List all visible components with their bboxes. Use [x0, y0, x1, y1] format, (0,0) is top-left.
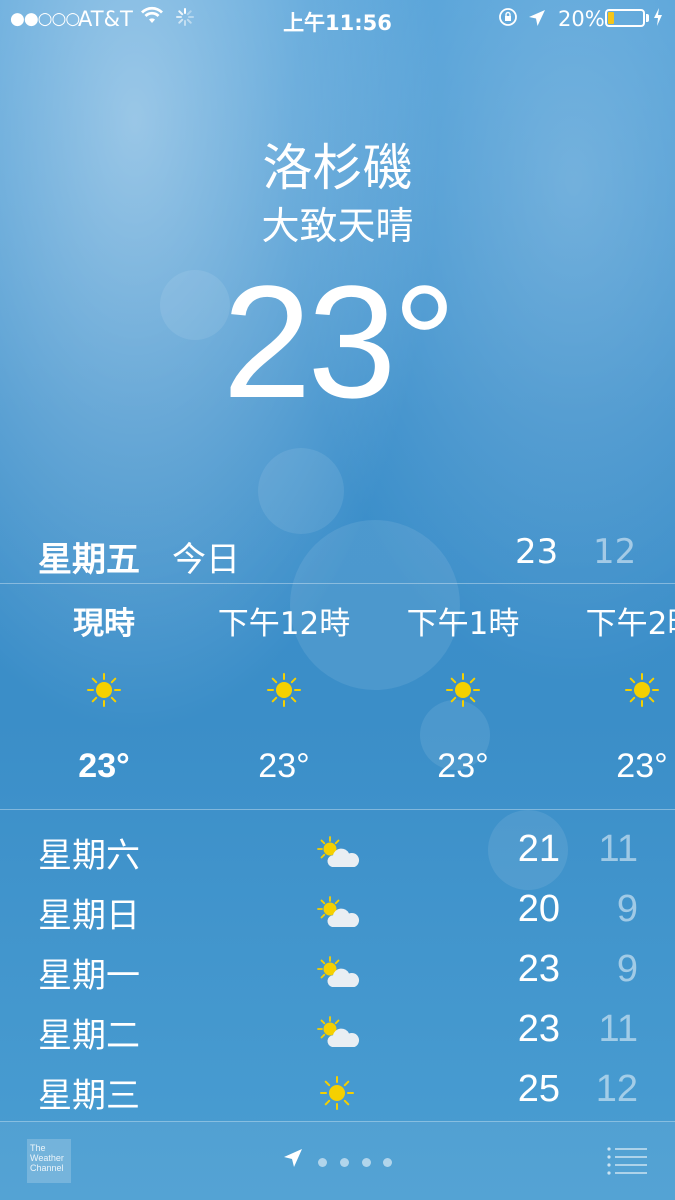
location-arrow-icon: [528, 7, 546, 32]
today-day: 星期五: [38, 540, 140, 580]
hourly-forecast[interactable]: 現時 23° 下午12時 23° 下午1時 23° 下午2時 23°: [0, 584, 675, 809]
hourly-time: 現時: [73, 606, 135, 642]
page-dot: [318, 1158, 327, 1167]
daily-high: 25: [517, 1068, 560, 1110]
city-name: 洛杉磯: [262, 139, 413, 197]
hourly-temp: 23°: [616, 747, 668, 785]
hourly-time: 下午2時: [585, 606, 675, 642]
daily-day: 星期六: [38, 836, 140, 876]
hourly-temp: 23°: [78, 747, 130, 785]
daily-day: 星期日: [38, 896, 140, 936]
daily-high: 20: [517, 888, 560, 930]
daily-low: 11: [598, 1008, 638, 1050]
today-label: 今日: [172, 540, 240, 580]
status-bar: ●●○○○ AT&T 上午11:56 20%: [0, 0, 675, 38]
daily-high: 23: [517, 948, 560, 990]
daily-row: 星期一 23 9: [0, 938, 675, 998]
weather-condition: 大致天晴: [261, 204, 414, 248]
today-high: 23: [515, 532, 559, 572]
sun-icon: [266, 672, 302, 708]
daily-row: 星期三 25 12: [0, 1058, 675, 1118]
daily-row: 星期日 20 9: [0, 878, 675, 938]
partly-cloudy-icon: [316, 896, 362, 930]
lens-flare: [258, 448, 344, 534]
daily-high: 23: [517, 1008, 560, 1050]
page-dot: [383, 1158, 392, 1167]
daily-low: 12: [595, 1068, 638, 1110]
rotation-lock-icon: [498, 7, 518, 32]
daily-day: 星期三: [38, 1076, 140, 1116]
daily-day: 星期二: [38, 1016, 140, 1056]
list-icon: [607, 1147, 647, 1175]
page-dot: [340, 1158, 349, 1167]
sun-icon: [624, 672, 660, 708]
page-dot: [362, 1158, 371, 1167]
current-temperature-value: 23°: [222, 252, 457, 431]
daily-high: 21: [517, 828, 560, 870]
sun-icon: [86, 672, 122, 708]
current-temperature: 23°: [0, 250, 675, 434]
partly-cloudy-icon: [316, 1016, 362, 1050]
daily-row: 星期二 23 11: [0, 998, 675, 1058]
current-location-icon: [283, 1148, 303, 1172]
city-list-button[interactable]: [606, 1145, 648, 1175]
partly-cloudy-icon: [316, 956, 362, 990]
battery-icon: [605, 9, 645, 27]
weather-channel-logo[interactable]: The Weather Channel: [27, 1139, 71, 1183]
bottom-toolbar: The Weather Channel: [0, 1122, 675, 1200]
divider: [0, 809, 675, 810]
sun-icon: [316, 1076, 362, 1110]
partly-cloudy-icon: [316, 836, 362, 870]
charging-bolt-icon: [653, 7, 663, 32]
battery-tip: [646, 14, 649, 22]
hourly-temp: 23°: [258, 747, 310, 785]
daily-row: 星期六 21 11: [0, 818, 675, 878]
daily-day: 星期一: [38, 956, 140, 996]
today-summary: 星期五 今日 23 12: [0, 532, 675, 582]
daily-low: 11: [598, 828, 638, 870]
battery-percent: 20%: [558, 7, 605, 31]
daily-low: 9: [616, 948, 638, 990]
hourly-time: 下午12時: [217, 606, 351, 642]
hourly-time: 下午1時: [406, 606, 520, 642]
sun-icon: [445, 672, 481, 708]
daily-low: 9: [616, 888, 638, 930]
today-low: 12: [593, 532, 637, 572]
hourly-temp: 23°: [437, 747, 489, 785]
